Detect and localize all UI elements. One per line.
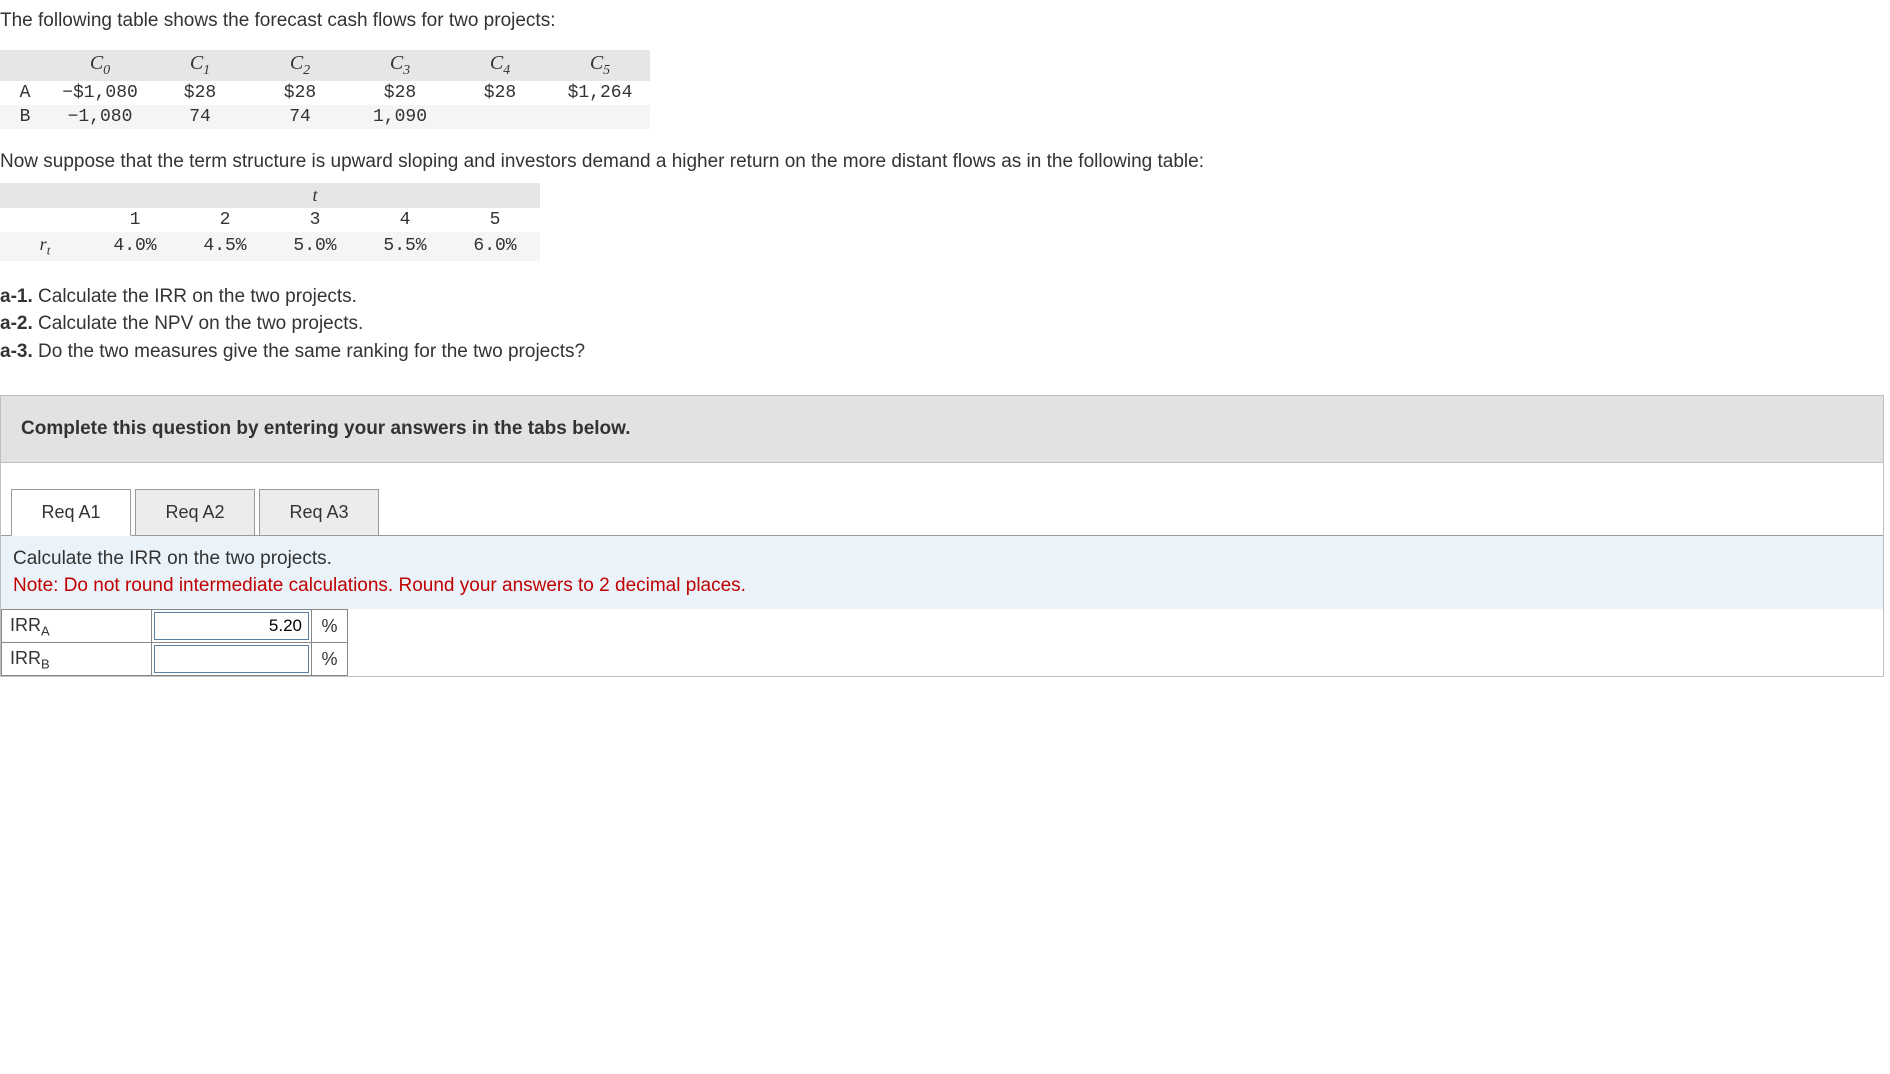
- irr-b-unit: %: [312, 643, 348, 676]
- ts-r2: 4.5%: [180, 232, 270, 261]
- irr-b-label: IRRB: [2, 643, 152, 676]
- irr-row-b: IRRB %: [2, 643, 348, 676]
- q-a3-label: a-3.: [0, 341, 33, 362]
- cf-b-c0: −1,080: [50, 105, 150, 129]
- cf-header-c1: C1: [150, 50, 250, 81]
- ts-corner: [0, 183, 90, 208]
- cf-header-c2: C2: [250, 50, 350, 81]
- para-term-structure: Now suppose that the term structure is u…: [0, 151, 1890, 173]
- irr-a-input[interactable]: [154, 612, 309, 640]
- cf-header-c3: C3: [350, 50, 450, 81]
- q-a1-text: Calculate the IRR on the two projects.: [33, 286, 357, 307]
- ts-r5: 6.0%: [450, 232, 540, 261]
- ts-col-5: 5: [450, 208, 540, 232]
- irr-input-table: IRRA % IRRB %: [1, 609, 348, 676]
- ts-r1: 4.0%: [90, 232, 180, 261]
- ts-header-t: t: [270, 183, 360, 208]
- cf-a-c2: $28: [250, 81, 350, 105]
- tab-instructions: Calculate the IRR on the two projects. N…: [1, 535, 1883, 609]
- answer-panel: Complete this question by entering your …: [0, 395, 1884, 677]
- ts-empty2: [180, 183, 270, 208]
- irr-row-a: IRRA %: [2, 610, 348, 643]
- irr-b-input[interactable]: [154, 645, 309, 673]
- cf-b-c3: 1,090: [350, 105, 450, 129]
- q-a2-text: Calculate the NPV on the two projects.: [33, 313, 364, 334]
- irr-a-label: IRRA: [2, 610, 152, 643]
- ts-col-2: 2: [180, 208, 270, 232]
- cf-a-c5: $1,264: [550, 81, 650, 105]
- ts-col-4: 4: [360, 208, 450, 232]
- cf-row-a: A −$1,080 $28 $28 $28 $28 $1,264: [0, 81, 650, 105]
- cf-a-c0: −$1,080: [50, 81, 150, 105]
- cf-b-c5: [550, 105, 650, 129]
- cf-header-c4: C4: [450, 50, 550, 81]
- ts-empty1: [90, 183, 180, 208]
- cf-b-c2: 74: [250, 105, 350, 129]
- ts-r3: 5.0%: [270, 232, 360, 261]
- cf-b-c4: [450, 105, 550, 129]
- q-a2-label: a-2.: [0, 313, 33, 334]
- cf-corner: [0, 50, 50, 81]
- answer-header: Complete this question by entering your …: [1, 396, 1883, 463]
- cf-b-c1: 74: [150, 105, 250, 129]
- cf-row-b: B −1,080 74 74 1,090: [0, 105, 650, 129]
- instr-note: Note: Do not round intermediate calculat…: [13, 573, 1871, 600]
- cf-rowlabel-b: B: [0, 105, 50, 129]
- instr-line1: Calculate the IRR on the two projects.: [13, 546, 1871, 573]
- tab-req-a1[interactable]: Req A1: [11, 489, 131, 536]
- ts-row-rates: rt 4.0% 4.5% 5.0% 5.5% 6.0%: [0, 232, 540, 261]
- q-a3-text: Do the two measures give the same rankin…: [33, 341, 585, 362]
- cf-rowlabel-a: A: [0, 81, 50, 105]
- ts-r4: 5.5%: [360, 232, 450, 261]
- tab-req-a2[interactable]: Req A2: [135, 489, 255, 536]
- ts-col-blank: [0, 208, 90, 232]
- irr-a-unit: %: [312, 610, 348, 643]
- tab-req-a3[interactable]: Req A3: [259, 489, 379, 536]
- cf-header-c5: C5: [550, 50, 650, 81]
- ts-empty3: [360, 183, 450, 208]
- cashflow-table: C0 C1 C2 C3 C4 C5 A −$1,080 $28 $28 $28 …: [0, 50, 650, 129]
- intro-text: The following table shows the forecast c…: [0, 10, 1890, 32]
- q-a1-label: a-1.: [0, 286, 33, 307]
- ts-row-label: rt: [0, 232, 90, 261]
- ts-col-1: 1: [90, 208, 180, 232]
- cf-a-c4: $28: [450, 81, 550, 105]
- ts-empty4: [450, 183, 540, 208]
- cf-a-c3: $28: [350, 81, 450, 105]
- ts-col-3: 3: [270, 208, 360, 232]
- ts-row-cols: 1 2 3 4 5: [0, 208, 540, 232]
- question-list: a-1. Calculate the IRR on the two projec…: [0, 283, 1890, 366]
- term-structure-table: t 1 2 3 4 5 rt 4.0% 4.5% 5.0% 5.5% 6.0%: [0, 183, 540, 261]
- cf-header-c0: C0: [50, 50, 150, 81]
- tabs: Req A1 Req A2 Req A3: [11, 489, 1883, 536]
- cf-a-c1: $28: [150, 81, 250, 105]
